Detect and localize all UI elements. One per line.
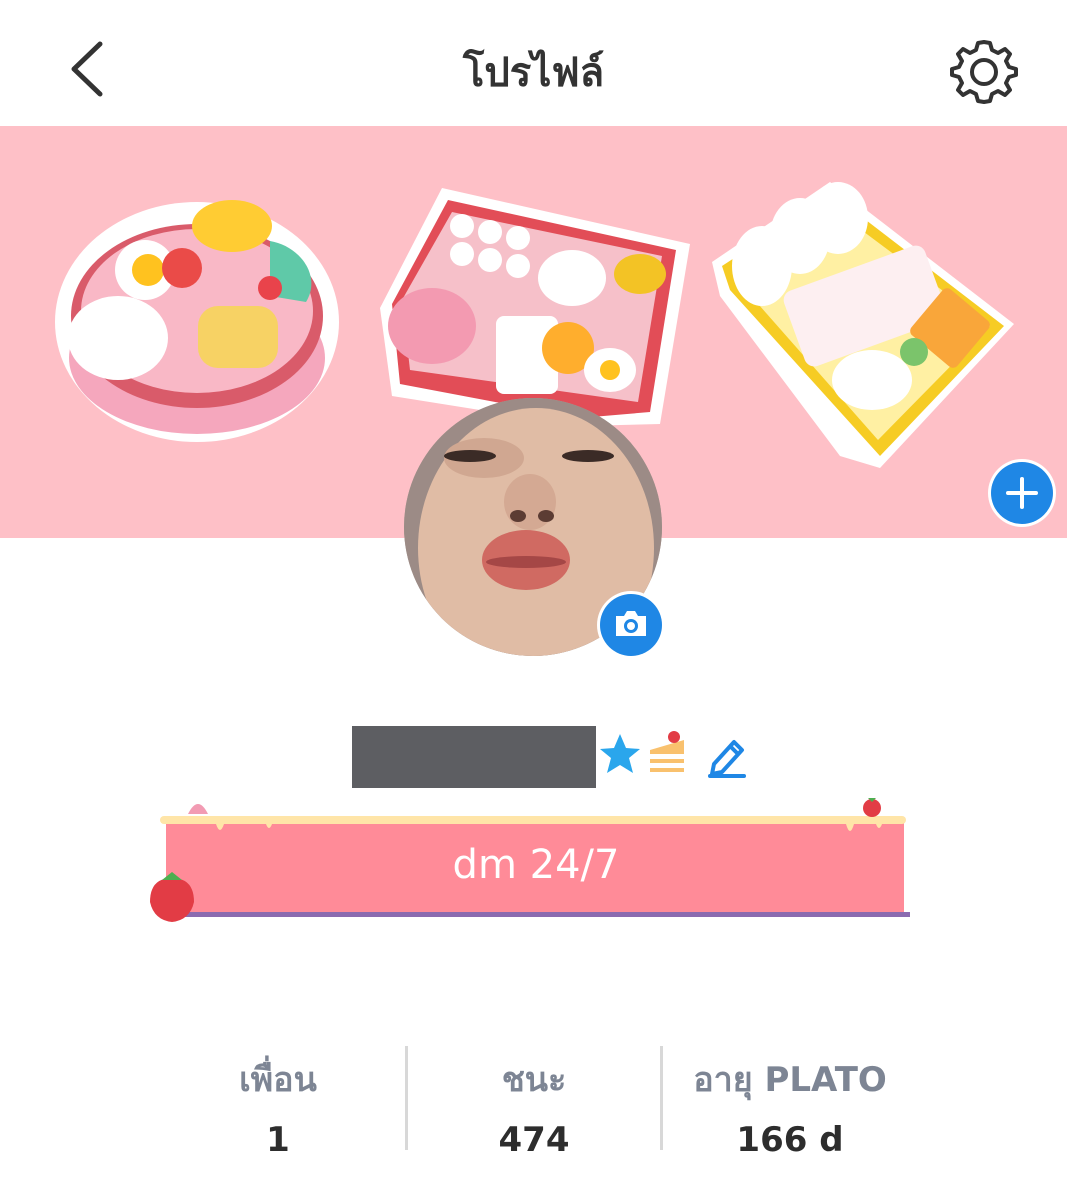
username-redacted: [352, 726, 596, 788]
pencil-icon: [708, 740, 746, 778]
top-bar: โปรไฟล์: [0, 0, 1067, 126]
stat-value: 166 d: [736, 1120, 844, 1160]
stat-label: เพื่อน: [239, 1060, 317, 1100]
plus-icon: [1006, 477, 1038, 509]
stat-wins[interactable]: ชนะ 474: [406, 1040, 662, 1160]
round-bento-box: [55, 200, 339, 442]
star-icon: [598, 732, 642, 776]
gear-icon: [950, 40, 1018, 104]
cake-icon: [646, 728, 688, 774]
stats-row: เพื่อน 1 ชนะ 474 อายุ PLATO 166 d: [150, 1040, 918, 1160]
change-avatar-button[interactable]: [600, 594, 662, 656]
add-cover-button[interactable]: [991, 462, 1053, 524]
camera-icon: [616, 611, 646, 636]
red-bento-box: [380, 188, 690, 426]
settings-button[interactable]: [948, 36, 1020, 108]
stat-value: 1: [266, 1120, 290, 1160]
bio-text: dm 24/7: [452, 842, 620, 888]
stat-plato-age[interactable]: อายุ PLATO 166 d: [662, 1040, 918, 1160]
stat-friends[interactable]: เพื่อน 1: [150, 1040, 406, 1160]
page-title: โปรไฟล์: [462, 50, 605, 96]
bio-banner[interactable]: dm 24/7: [146, 794, 916, 928]
edit-name-button[interactable]: [704, 732, 750, 778]
stat-label: อายุ PLATO: [693, 1060, 887, 1100]
stat-label: ชนะ: [501, 1060, 567, 1100]
yellow-bento-box: [712, 182, 1014, 468]
stat-value: 474: [498, 1120, 570, 1160]
